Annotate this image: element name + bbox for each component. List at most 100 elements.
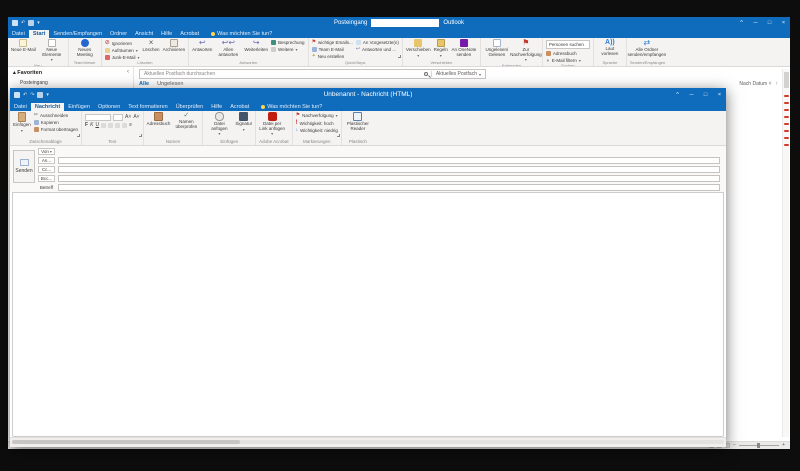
bcc-button[interactable]: Bcc...	[38, 175, 55, 182]
font-size-combobox[interactable]	[113, 114, 123, 121]
attach-file-button[interactable]: Datei anfügen ▾	[206, 112, 232, 137]
save-icon[interactable]	[14, 92, 20, 98]
mailbox-search-box[interactable]: Aktuelles Postfach durchsuchen Aktuelles…	[139, 69, 486, 79]
tab-einfuegen[interactable]: Einfügen	[64, 103, 94, 111]
horizontal-scrollbar[interactable]	[12, 440, 724, 444]
tab-senden-empfangen[interactable]: Senden/Empfangen	[49, 30, 106, 38]
tab-acrobat[interactable]: Acrobat	[176, 30, 203, 38]
dialog-launcher-icon[interactable]	[398, 55, 401, 58]
tab-datei[interactable]: Datei	[10, 103, 31, 111]
sort-by-date-dropdown[interactable]: Nach Datum ˅	[739, 81, 771, 87]
underline-button[interactable]: U	[95, 123, 99, 128]
bold-button[interactable]: F	[85, 123, 88, 128]
subject-field[interactable]	[58, 184, 720, 191]
tell-me-box[interactable]: Was möchten Sie tun?	[261, 104, 322, 111]
sort-direction-icon[interactable]: ↑	[776, 81, 779, 87]
tab-ordner[interactable]: Ordner	[106, 30, 131, 38]
tab-acrobat[interactable]: Acrobat	[226, 103, 253, 111]
tab-hilfe[interactable]: Hilfe	[157, 30, 176, 38]
zoom-slider-thumb[interactable]	[757, 443, 760, 448]
save-icon[interactable]	[12, 20, 18, 26]
archive-button[interactable]: Archivieren	[163, 39, 186, 53]
maximize-icon[interactable]: □	[763, 17, 776, 28]
tab-start[interactable]: Start	[29, 30, 50, 38]
immersive-reader-button[interactable]: Plastischer Reader	[345, 112, 371, 131]
delete-button[interactable]: × Löschen	[143, 39, 160, 53]
bcc-field[interactable]	[58, 175, 720, 182]
numbered-list-icon[interactable]	[108, 123, 113, 128]
dialog-launcher-icon[interactable]	[77, 134, 80, 137]
printer-icon[interactable]	[37, 92, 43, 98]
new-email-button[interactable]: Neue E-Mail	[11, 39, 36, 53]
minimize-icon[interactable]: ─	[749, 17, 762, 28]
tab-datei[interactable]: Datei	[8, 30, 29, 38]
message-body-editor[interactable]	[12, 192, 724, 437]
decrease-indent-icon[interactable]	[115, 123, 120, 128]
reply-all-button[interactable]: ↩↩ Allen antworten	[215, 39, 241, 57]
horizontal-scrollbar-thumb[interactable]	[12, 440, 240, 444]
more-respond-button[interactable]: Weitere▾	[271, 47, 305, 52]
bullet-list-icon[interactable]	[101, 123, 106, 128]
followup-button[interactable]: ⚑ Zur Nachverfolgung ▾	[513, 39, 539, 63]
new-items-button[interactable]: Neue Elemente ▾	[39, 39, 65, 63]
tab-nachricht[interactable]: Nachricht	[31, 103, 64, 111]
zoom-out-icon[interactable]: −	[733, 443, 736, 448]
qat-customize-icon[interactable]: ▾	[37, 20, 40, 26]
addressbook-button[interactable]: Adressbuch	[546, 51, 590, 56]
undo-icon[interactable]: ↶	[23, 92, 27, 98]
dialog-launcher-icon[interactable]	[139, 134, 142, 137]
move-button[interactable]: Verschieben ▾	[406, 39, 431, 58]
sidebar-item-posteingang[interactable]: Posteingang	[20, 80, 48, 86]
high-importance-button[interactable]: !Wichtigkeit: hoch	[296, 120, 338, 126]
reading-pane-scrollbar[interactable]	[782, 69, 789, 437]
unread-read-button[interactable]: Ungelesen/ Gelesen	[484, 39, 510, 57]
cut-button[interactable]: ✂Ausschneiden	[34, 113, 78, 118]
minimize-icon[interactable]: ─	[685, 88, 698, 101]
signature-button[interactable]: Signatur ▾	[235, 112, 252, 132]
printer-icon[interactable]	[28, 20, 34, 26]
to-button[interactable]: An...	[38, 157, 55, 164]
from-button[interactable]: Von▾	[38, 148, 55, 155]
to-field[interactable]	[58, 157, 720, 164]
tab-ueberpruefen[interactable]: Überprüfen	[172, 103, 208, 111]
read-aloud-button[interactable]: A)) Laut vorlesen	[597, 39, 623, 56]
undo-icon[interactable]: ↶	[21, 20, 25, 26]
paste-button[interactable]: Einfügen ▾	[13, 112, 31, 133]
addressbook-button[interactable]: Adressbuch	[147, 112, 171, 127]
ignore-button[interactable]: ⊘Ignorieren	[105, 40, 140, 46]
tab-text-formatieren[interactable]: Text formatieren	[124, 103, 171, 111]
tab-hilfe[interactable]: Hilfe	[207, 103, 226, 111]
find-people-input[interactable]: Personen suchen	[546, 40, 590, 49]
increase-indent-icon[interactable]	[122, 123, 127, 128]
filter-all-tab[interactable]: Alle	[139, 81, 149, 87]
rules-button[interactable]: Regeln ▾	[434, 39, 448, 58]
collapse-folder-pane-icon[interactable]: ‹	[127, 69, 129, 75]
quickstep-item[interactable]: ✦Neu erstellen	[312, 54, 353, 59]
quickstep-item[interactable]: ↩Antworten und ...	[356, 47, 399, 52]
format-painter-button[interactable]: Format übertragen	[34, 127, 78, 132]
quickstep-item[interactable]: ⚑wichtige Emails...	[312, 40, 353, 45]
send-receive-all-button[interactable]: ⇄ Alle Ordner senden/empfangen	[630, 39, 664, 57]
tab-ansicht[interactable]: Ansicht	[131, 30, 157, 38]
scrollbar-thumb[interactable]	[784, 72, 789, 88]
close-icon[interactable]: ×	[777, 17, 790, 28]
ribbon-display-options-icon[interactable]: ^	[671, 88, 684, 101]
favorites-header[interactable]: ▴ Favoriten	[13, 70, 42, 76]
grow-font-icon[interactable]: A˄	[125, 115, 131, 120]
followup-button[interactable]: ⚑Nachverfolgung▾	[296, 113, 338, 118]
check-names-button[interactable]: ✓ Namen überprüfen	[173, 112, 199, 129]
search-scope-dropdown[interactable]: Aktuelles Postfach▾	[431, 71, 485, 77]
dialog-launcher-icon[interactable]	[337, 134, 340, 137]
attach-via-link-button[interactable]: Datei per Link anfügen ▾	[259, 112, 285, 137]
new-meeting-button[interactable]: Neues Meeting	[72, 39, 98, 57]
shrink-font-icon[interactable]: A˅	[133, 115, 139, 120]
quickstep-item[interactable]: Team E-Mail	[312, 47, 353, 52]
low-importance-button[interactable]: ↓Wichtigkeit: niedrig	[296, 128, 338, 133]
copy-button[interactable]: Kopieren	[34, 120, 78, 125]
reply-button[interactable]: ↩ Antworten	[192, 39, 212, 53]
ribbon-display-options-icon[interactable]: ^	[735, 17, 748, 28]
tab-optionen[interactable]: Optionen	[94, 103, 124, 111]
onenote-button[interactable]: An OneNote senden	[451, 39, 477, 57]
meeting-button[interactable]: Besprechung	[271, 40, 305, 45]
qat-customize-icon[interactable]: ▾	[46, 92, 49, 98]
